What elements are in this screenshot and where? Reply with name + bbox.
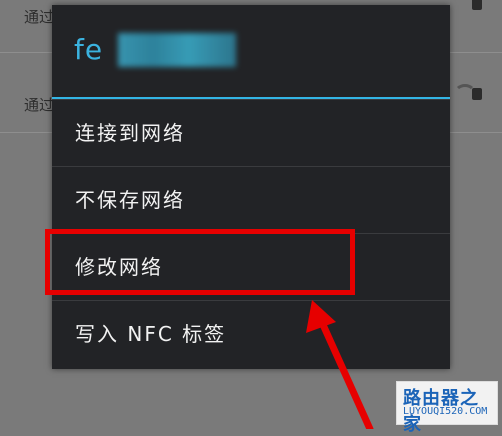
site-watermark: 路由器之家 LUYOUQI520.COM xyxy=(396,381,498,435)
annotation-arrow xyxy=(306,300,374,429)
watermark-url: LUYOUQI520.COM xyxy=(403,406,488,417)
